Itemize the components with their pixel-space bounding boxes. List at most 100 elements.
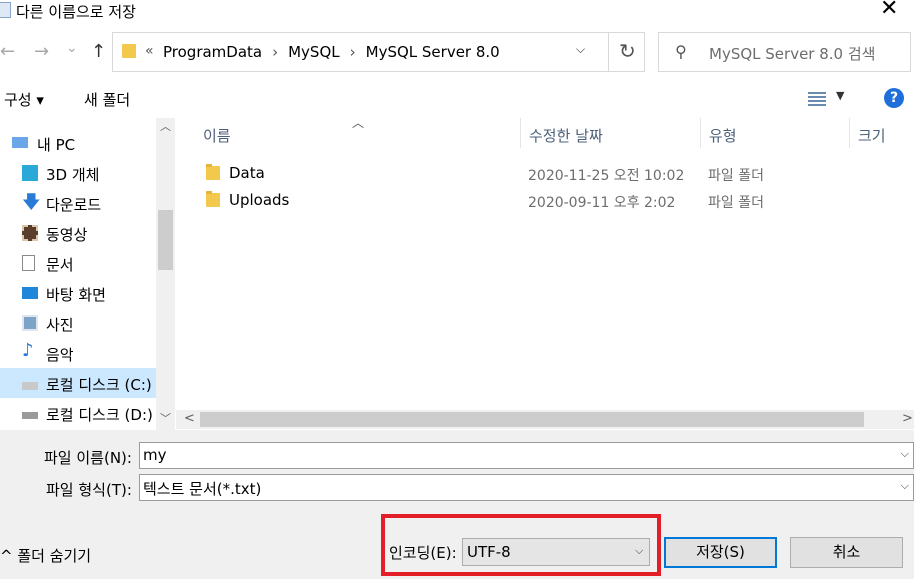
search-input[interactable]: MySQL Server 8.0 검색	[709, 43, 875, 64]
breadcrumb-separator-icon: ›	[272, 43, 279, 61]
chevron-down-icon[interactable]: ⌵	[901, 479, 909, 493]
breadcrumb: ProgramData › MySQL › MySQL Server 8.0	[163, 43, 500, 61]
scroll-right-icon[interactable]: >	[902, 411, 913, 426]
filename-field[interactable]: my ⌵	[139, 442, 914, 469]
music-note-icon: ♪	[22, 340, 34, 361]
scrollbar-thumb[interactable]	[158, 210, 173, 270]
document-icon	[22, 255, 35, 271]
up-arrow-icon[interactable]: ↑	[91, 42, 106, 62]
cancel-button[interactable]: 취소	[790, 537, 903, 568]
column-header-date-modified[interactable]: 수정한 날짜	[529, 125, 603, 146]
tree-item-label: 로컬 디스크 (C:)	[46, 376, 152, 394]
table-row[interactable]: Uploads 2020-09-11 오후 2:02 파일 폴더	[176, 187, 914, 214]
encoding-select[interactable]: UTF-8 ⌵	[462, 538, 650, 566]
cube-icon	[22, 165, 38, 181]
search-icon: ⚲	[675, 42, 687, 61]
tree-item-label: 동영상	[46, 226, 88, 244]
scroll-up-icon[interactable]: ︿	[160, 118, 171, 134]
film-icon	[22, 225, 38, 241]
tree-item-pictures[interactable]: 사진	[0, 308, 156, 338]
tree-item-label: 문서	[46, 256, 74, 274]
breadcrumb-separator-icon: ›	[349, 43, 356, 61]
folder-icon	[122, 44, 136, 58]
table-row[interactable]: Data 2020-11-25 오전 10:02 파일 폴더	[176, 160, 914, 187]
chevron-down-icon[interactable]: ⌵	[576, 42, 585, 57]
column-header-name[interactable]: 이름	[203, 125, 231, 146]
save-button[interactable]: 저장(S)	[664, 537, 777, 568]
windows-drive-icon	[22, 382, 38, 390]
tree-item-downloads[interactable]: 🡇 다운로드	[0, 188, 156, 218]
horizontal-scrollbar[interactable]: < >	[176, 410, 914, 429]
view-options-chevron-icon[interactable]: ▼	[836, 89, 844, 102]
tree-item-music[interactable]: ♪ 음악	[0, 338, 156, 368]
folder-icon	[206, 164, 220, 180]
tree-item-label: 3D 개체	[46, 166, 100, 184]
picture-icon	[22, 315, 38, 331]
tree-item-label: 음악	[46, 346, 74, 364]
breadcrumb-item[interactable]: MySQL Server 8.0	[366, 43, 500, 61]
file-date: 2020-11-25 오전 10:02	[528, 168, 685, 184]
encoding-label: 인코딩(E):	[389, 544, 457, 562]
scroll-left-icon[interactable]: <	[184, 411, 195, 426]
column-divider[interactable]	[520, 118, 521, 148]
tree-item-local-disk-d[interactable]: 로컬 디스크 (D:)	[0, 398, 156, 428]
scroll-down-icon[interactable]: ﹀	[160, 410, 171, 426]
organize-menu-button[interactable]: 구성 ▾	[4, 89, 44, 110]
drive-icon	[22, 412, 38, 419]
column-header-type[interactable]: 유형	[709, 125, 737, 146]
computer-icon	[12, 137, 28, 148]
notepad-icon	[0, 2, 11, 18]
address-bar[interactable]: « ProgramData › MySQL › MySQL Server 8.0 ⌵ ↻	[112, 32, 645, 72]
refresh-icon[interactable]: ↻	[619, 39, 636, 63]
tree-item-videos[interactable]: 동영상	[0, 218, 156, 248]
file-type: 파일 폴더	[708, 195, 764, 211]
window-title: 다른 이름으로 저장	[16, 3, 136, 21]
chevron-down-icon[interactable]: ⌵	[901, 447, 909, 461]
column-divider[interactable]	[700, 118, 701, 148]
forward-arrow-icon[interactable]: →	[34, 42, 49, 62]
download-arrow-icon: 🡇	[22, 192, 41, 213]
file-name: Uploads	[229, 191, 290, 209]
column-header-size[interactable]: 크기	[858, 125, 886, 146]
tree-item-label: 사진	[46, 316, 74, 334]
column-divider[interactable]	[849, 118, 850, 148]
tree-item-this-pc[interactable]: 내 PC	[0, 128, 156, 158]
filetype-select[interactable]: 텍스트 문서(*.txt) ⌵	[139, 474, 914, 501]
divider	[608, 33, 609, 71]
tree-item-desktop[interactable]: 바탕 화면	[0, 278, 156, 308]
search-box[interactable]: ⚲ MySQL Server 8.0 검색	[658, 32, 911, 72]
view-options-icon[interactable]	[808, 92, 826, 106]
tree-item-local-disk-c[interactable]: 로컬 디스크 (C:)	[0, 368, 156, 398]
recent-locations-chevron-icon[interactable]: ⌄	[66, 38, 78, 58]
hide-folders-toggle[interactable]: ^ 폴더 숨기기	[0, 545, 91, 566]
navigation-tree: 내 PC 3D 개체 🡇 다운로드 동영상 문서 바탕 화면 사진 ♪ 음악 로…	[0, 122, 156, 430]
back-arrow-icon[interactable]: ←	[0, 42, 15, 62]
tree-item-documents[interactable]: 문서	[0, 248, 156, 278]
tree-item-label: 내 PC	[37, 136, 76, 154]
tree-item-label: 로컬 디스크 (D:)	[46, 406, 153, 424]
sort-ascending-icon: ︿	[352, 116, 365, 130]
encoding-value: UTF-8	[467, 543, 511, 561]
breadcrumb-item[interactable]: MySQL	[288, 43, 340, 61]
breadcrumb-item[interactable]: ProgramData	[163, 43, 262, 61]
column-header-row: ︿ 이름 수정한 날짜 유형 크기	[176, 116, 914, 150]
tree-item-label: 바탕 화면	[46, 286, 106, 304]
folder-icon	[206, 191, 220, 207]
filetype-label: 파일 형식(T):	[46, 481, 132, 499]
tree-item-3d-objects[interactable]: 3D 개체	[0, 158, 156, 188]
filetype-value: 텍스트 문서(*.txt)	[143, 480, 262, 498]
file-type: 파일 폴더	[708, 168, 764, 184]
file-date: 2020-09-11 오후 2:02	[528, 195, 676, 211]
scrollbar-thumb[interactable]	[200, 412, 864, 427]
new-folder-button[interactable]: 새 폴더	[84, 89, 130, 110]
title-bar: 다른 이름으로 저장 ✕	[0, 0, 914, 22]
chevron-down-icon[interactable]: ⌵	[635, 544, 643, 558]
file-name: Data	[229, 164, 265, 182]
breadcrumb-overflow-icon[interactable]: «	[145, 43, 154, 59]
help-icon[interactable]: ?	[884, 88, 904, 108]
close-icon[interactable]: ✕	[880, 0, 898, 21]
desktop-icon	[22, 287, 38, 299]
tree-item-label: 다운로드	[46, 196, 102, 214]
tree-scrollbar[interactable]: ︿ ﹀	[156, 118, 175, 430]
filename-label: 파일 이름(N):	[44, 449, 132, 467]
